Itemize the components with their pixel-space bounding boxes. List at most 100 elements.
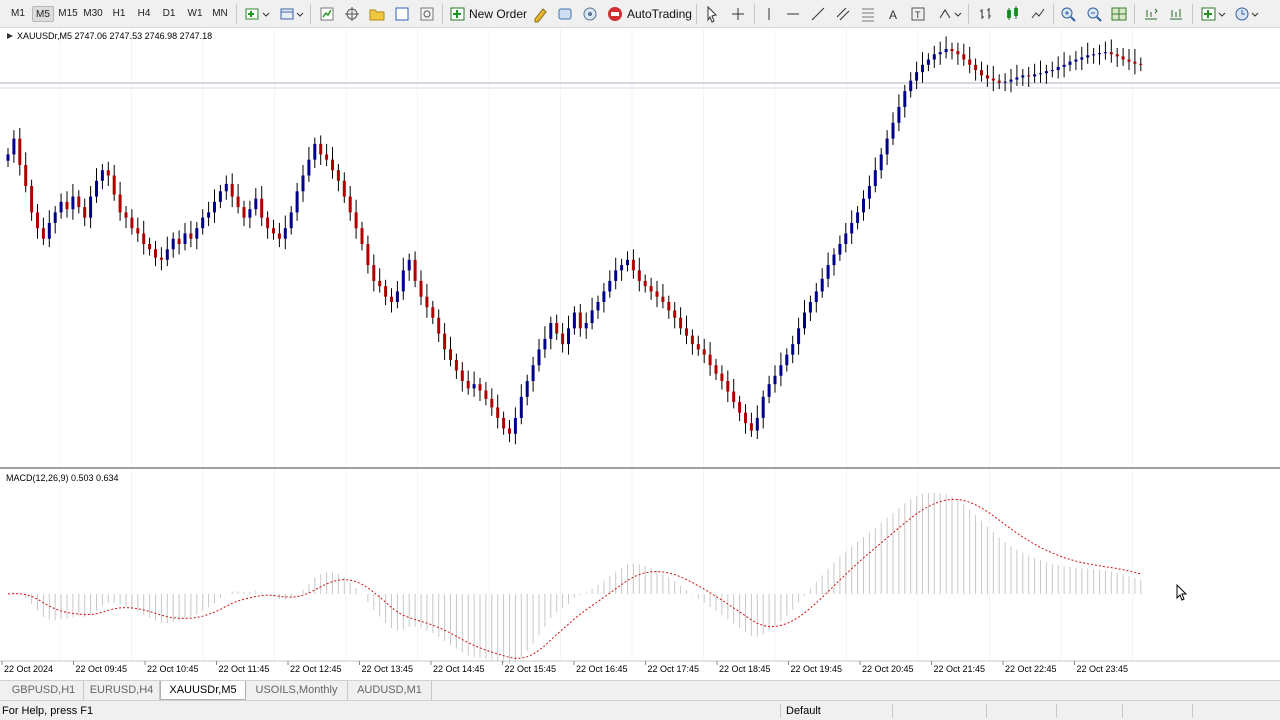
autotrading-button[interactable]: AutoTrading xyxy=(606,4,692,24)
candle-body xyxy=(685,328,688,336)
chart-shift-icon[interactable] xyxy=(1142,5,1160,23)
timeframe-m1[interactable]: M1 xyxy=(8,6,28,22)
candle-body xyxy=(207,212,211,218)
candle-body xyxy=(696,344,700,350)
candle-body xyxy=(301,175,305,192)
candle-body xyxy=(159,257,163,260)
candle-body xyxy=(643,280,647,287)
candle-body xyxy=(83,207,87,218)
timeframe-h1[interactable]: H1 xyxy=(110,6,128,22)
channel-icon[interactable] xyxy=(834,5,852,23)
new-order-button[interactable]: New Order xyxy=(449,4,527,24)
strategy-tester-icon[interactable] xyxy=(418,5,436,23)
candle-body xyxy=(224,183,228,192)
candle-body xyxy=(620,265,624,271)
zoom-in-icon[interactable] xyxy=(1059,5,1077,23)
candle-body xyxy=(844,233,848,244)
timeframe-d1[interactable]: D1 xyxy=(160,6,178,22)
time-axis-label: 22 Oct 13:45 xyxy=(362,664,414,674)
candlestick-icon[interactable] xyxy=(1003,5,1021,23)
navigator-icon[interactable] xyxy=(343,5,361,23)
candle-body xyxy=(1133,61,1137,64)
candle-body xyxy=(956,51,960,55)
candle-body xyxy=(797,328,801,345)
candle-body xyxy=(6,154,10,161)
candle-body xyxy=(496,407,500,418)
chart-tabs-bar: GBPUSD,H1 EURUSD,H4 XAUUSDr,M5 USOILS,Mo… xyxy=(0,680,1280,700)
candle-body xyxy=(856,212,860,223)
timeframe-m5[interactable]: M5 xyxy=(32,6,54,22)
timeframe-m15[interactable]: M15 xyxy=(57,6,79,22)
market-icon[interactable] xyxy=(581,5,599,23)
candle-body xyxy=(378,280,382,287)
candle-body xyxy=(1121,56,1125,60)
chart-window[interactable]: 22 Oct 2024 22 Oct 09:45 22 Oct 10:45 22 Oc… xyxy=(0,29,1280,683)
candle-body xyxy=(968,59,972,65)
zoom-out-icon[interactable] xyxy=(1085,5,1103,23)
autotrading-icon xyxy=(608,7,622,21)
timeframe-mn[interactable]: MN xyxy=(210,6,230,22)
candle-body xyxy=(1098,53,1101,55)
crosshair-icon[interactable] xyxy=(729,5,747,23)
tab-audusd-m1[interactable]: AUDUSD,M1 xyxy=(348,681,432,700)
candle-body xyxy=(472,384,476,389)
status-divider xyxy=(892,704,893,718)
candle-body xyxy=(272,228,275,234)
candle-body xyxy=(437,317,441,334)
cursor-icon[interactable] xyxy=(703,5,721,23)
candle-body xyxy=(779,365,783,376)
candle-body xyxy=(608,280,612,292)
tile-windows-icon[interactable] xyxy=(1110,5,1128,23)
autoscroll-icon[interactable] xyxy=(1167,5,1185,23)
symbol-info: XAUUSDr,M5 2747.06 2747.53 2746.98 2747.… xyxy=(17,31,213,41)
timeframe-h4[interactable]: H4 xyxy=(135,6,153,22)
candle-body xyxy=(690,335,694,345)
bar-chart-icon[interactable] xyxy=(977,5,995,23)
text-label-icon[interactable]: T xyxy=(909,5,927,23)
indicators-icon[interactable] xyxy=(1200,5,1218,23)
chevron-down-icon[interactable] xyxy=(954,5,962,23)
market-watch-icon[interactable] xyxy=(318,5,336,23)
periods-icon[interactable] xyxy=(1233,5,1251,23)
candle-body xyxy=(561,333,565,345)
trendline-icon[interactable] xyxy=(809,5,827,23)
horizontal-line-icon[interactable] xyxy=(784,5,802,23)
metaeditor-icon[interactable] xyxy=(531,5,549,23)
timeframe-w1[interactable]: W1 xyxy=(185,6,205,22)
tab-gbpusd-h1[interactable]: GBPUSD,H1 xyxy=(4,681,84,700)
terminal-icon[interactable] xyxy=(393,5,411,23)
candle-body xyxy=(862,198,865,213)
candle-body xyxy=(1115,54,1119,57)
folder-icon[interactable] xyxy=(368,5,386,23)
candle-body xyxy=(661,296,665,302)
fibonacci-icon[interactable] xyxy=(859,5,877,23)
new-chart-icon[interactable] xyxy=(244,5,262,23)
candle-body xyxy=(325,154,329,160)
candle-body xyxy=(980,70,983,76)
collapse-triangle-icon xyxy=(7,33,13,39)
chart-canvas[interactable]: 22 Oct 2024 22 Oct 09:45 22 Oct 10:45 22 Oc… xyxy=(0,29,1280,683)
line-chart-icon[interactable] xyxy=(1029,5,1047,23)
candle-body xyxy=(413,259,417,281)
tab-eurusd-h4[interactable]: EURUSD,H4 xyxy=(84,681,160,700)
tab-usoils-monthly[interactable]: USOILS,Monthly xyxy=(246,681,348,700)
chevron-down-icon[interactable] xyxy=(262,5,270,23)
chevron-down-icon[interactable] xyxy=(1218,5,1226,23)
time-axis: 22 Oct 2024 22 Oct 09:45 22 Oct 10:45 22 Oc… xyxy=(1,661,1128,674)
signals-icon[interactable] xyxy=(556,5,574,23)
profiles-icon[interactable] xyxy=(278,5,296,23)
text-icon[interactable]: A xyxy=(884,5,902,23)
chevron-down-icon[interactable] xyxy=(1251,5,1259,23)
arrows-icon[interactable] xyxy=(936,5,954,23)
timeframe-m30[interactable]: M30 xyxy=(82,6,104,22)
vertical-line-icon[interactable] xyxy=(760,5,778,23)
candle-body xyxy=(395,291,399,302)
candle-body xyxy=(921,64,924,73)
candle-body xyxy=(283,228,287,239)
candle-body xyxy=(295,191,299,213)
chevron-down-icon[interactable] xyxy=(296,5,304,23)
tab-xauusdr-m5[interactable]: XAUUSDr,M5 xyxy=(160,681,246,700)
toolbar-separator xyxy=(236,4,237,24)
candle-body xyxy=(289,212,293,229)
candle-body xyxy=(702,349,706,355)
